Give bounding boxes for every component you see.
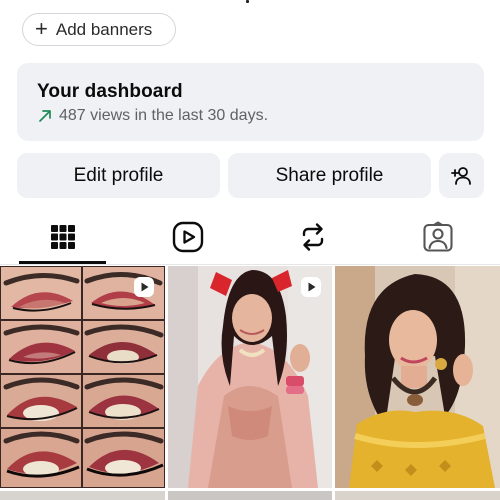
edit-profile-label: Edit profile: [73, 164, 164, 186]
tab-grid[interactable]: [0, 208, 125, 265]
girl-pink-lehenga-image: [168, 266, 332, 488]
dashboard-card[interactable]: Your dashboard 487 views in the last 30 …: [17, 63, 484, 141]
post-thumbnail[interactable]: [0, 266, 165, 488]
dashboard-subtitle: 487 views in the last 30 days.: [59, 107, 269, 124]
reels-icon: [172, 221, 203, 252]
add-person-icon: [450, 166, 471, 185]
post-thumbnail[interactable]: [335, 266, 500, 488]
tagged-person-icon: [422, 220, 453, 252]
posts-grid: [0, 266, 500, 500]
dashboard-title: Your dashboard: [37, 81, 183, 102]
discover-people-button[interactable]: [439, 153, 484, 198]
post-thumbnail[interactable]: [168, 266, 332, 488]
dashboard-subtitle-row: 487 views in the last 30 days.: [37, 107, 484, 125]
plus-icon: +: [35, 15, 48, 41]
post-thumbnail[interactable]: [0, 491, 165, 500]
girl-yellow-outfit-image: [335, 266, 500, 488]
reel-indicator-icon: [134, 277, 154, 297]
post-thumbnail[interactable]: [335, 491, 500, 500]
trending-up-arrow-icon: [39, 110, 51, 122]
edit-profile-button[interactable]: Edit profile: [17, 153, 220, 198]
eye-makeup-collage-image: [0, 266, 165, 488]
share-profile-label: Share profile: [275, 164, 384, 186]
post-thumbnail[interactable]: [168, 491, 332, 500]
grid-icon: [50, 224, 75, 249]
reel-indicator-icon: [301, 277, 321, 297]
tab-reposts[interactable]: [250, 208, 375, 265]
profile-tabs: [0, 208, 500, 265]
add-banners-button[interactable]: + Add banners: [22, 13, 176, 46]
tab-tagged[interactable]: [375, 208, 500, 265]
status-bar-fragment: [246, 0, 249, 3]
tabs-divider: [0, 264, 500, 265]
share-profile-button[interactable]: Share profile: [228, 153, 431, 198]
tab-reels[interactable]: [125, 208, 250, 265]
add-banners-label: Add banners: [55, 19, 153, 39]
repost-icon: [302, 222, 323, 251]
